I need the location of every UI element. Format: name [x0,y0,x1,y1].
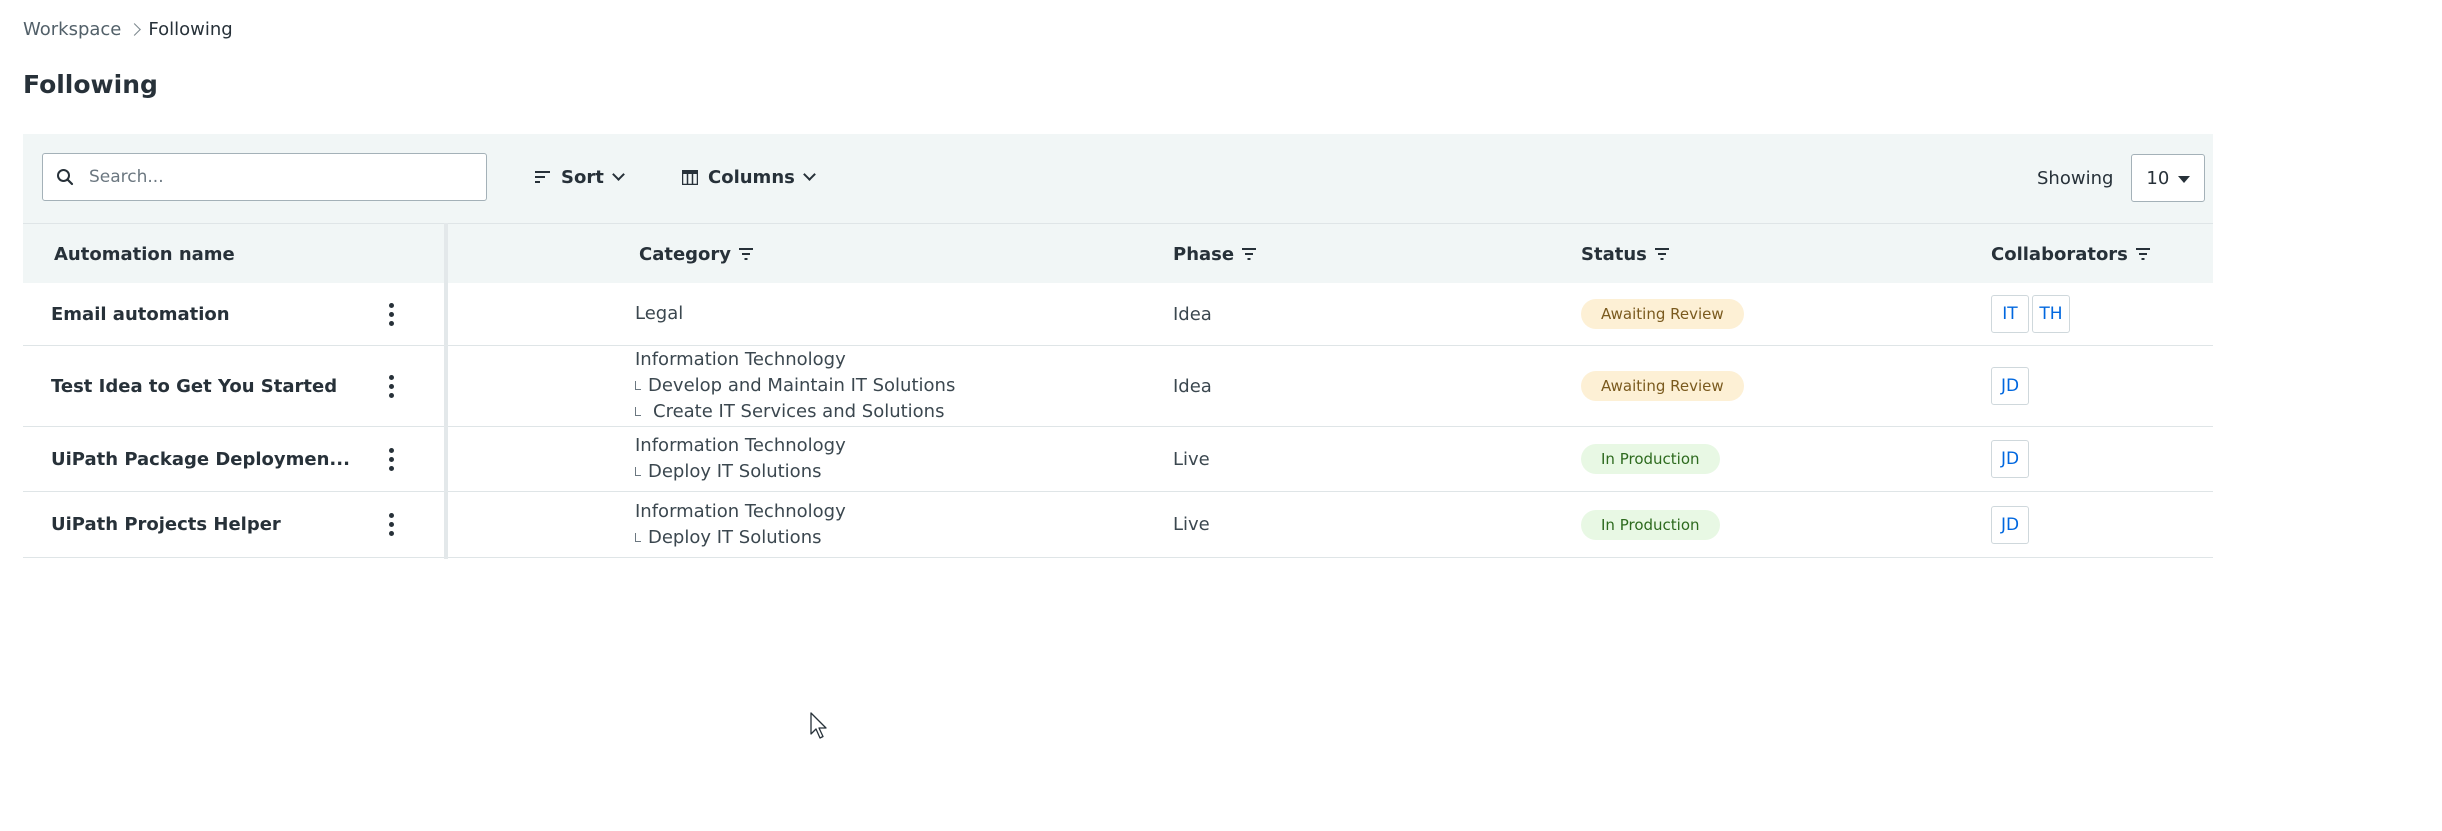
filter-icon[interactable] [2135,244,2150,265]
automation-name[interactable]: Email automation [51,283,230,345]
columns-button[interactable]: Columns [682,160,816,194]
status-cell: In Production [1581,492,1720,557]
category-level-1: Information Technology [635,500,846,522]
automation-name[interactable]: Test Idea to Get You Started [51,346,337,426]
sticky-column-divider [444,223,448,559]
avatar[interactable]: TH [2032,295,2070,333]
avatar[interactable]: JD [1991,367,2029,405]
phase-cell: Idea [1173,375,1212,397]
sort-label: Sort [561,166,604,188]
chevron-down-icon [611,168,625,181]
phase-cell: Live [1173,448,1210,470]
category-level-2: Develop and Maintain IT Solutions [635,373,955,399]
table-header: Automation name Category Phase Status Co… [23,223,2213,283]
category-level-1: Legal [635,303,684,324]
more-options-icon[interactable] [380,427,402,491]
table-row[interactable]: Email automation Legal Idea Awaiting Rev… [23,283,2213,346]
showing-label: Showing [2037,167,2114,189]
status-badge: Awaiting Review [1581,371,1744,401]
category-level-3: Create IT Services and Solutions [635,399,944,425]
table-row[interactable]: UiPath Package Deploymen... Information … [23,427,2213,492]
avatar[interactable]: IT [1991,295,2029,333]
category-cell: Information Technology Deploy IT Solutio… [635,492,846,557]
filter-icon[interactable] [739,244,754,265]
collaborators-cell: JD [1991,346,2029,426]
category-level-1: Information Technology [635,349,846,370]
search-box[interactable] [42,153,487,201]
status-cell: In Production [1581,427,1720,491]
page-title: Following [23,70,158,99]
collaborators-cell: JD [1991,427,2029,491]
table-toolbar: Sort Columns Showing 10 [23,134,2213,223]
category-level-2: Deploy IT Solutions [635,525,821,551]
columns-icon [682,169,698,185]
sort-button[interactable]: Sort [535,160,625,194]
search-icon [43,154,87,200]
phase-cell: Live [1173,514,1210,535]
sort-icon [535,171,551,183]
header-category[interactable]: Category [639,224,754,284]
chevron-right-icon [128,22,142,36]
mouse-cursor-icon [810,712,830,744]
breadcrumb-workspace-link[interactable]: Workspace [23,19,121,40]
search-input[interactable] [87,166,471,188]
more-options-icon[interactable] [380,346,402,426]
automation-name[interactable]: UiPath Projects Helper [51,492,281,557]
page-size-control: Showing 10 [2037,154,2206,202]
category-level-1: Information Technology [635,435,846,456]
header-label: Phase [1173,243,1235,265]
status-cell: Awaiting Review [1581,283,1744,345]
phase-cell: Idea [1173,303,1212,325]
more-options-icon[interactable] [380,492,402,557]
table-row[interactable]: Test Idea to Get You Started Information… [23,346,2213,427]
category-cell: Legal [635,283,683,345]
breadcrumb: Workspace Following [23,16,233,42]
header-status[interactable]: Status [1581,224,1669,284]
avatar[interactable]: JD [1991,505,2029,544]
filter-icon[interactable] [1242,244,1257,265]
columns-label: Columns [708,166,795,188]
status-badge: Awaiting Review [1581,299,1744,329]
header-automation-name[interactable]: Automation name [54,224,235,284]
automation-name[interactable]: UiPath Package Deploymen... [51,427,350,491]
header-phase[interactable]: Phase [1173,224,1257,284]
status-badge: In Production [1581,509,1720,540]
filter-icon[interactable] [1654,244,1669,265]
header-label: Category [639,243,732,265]
avatar[interactable]: JD [1991,440,2029,478]
status-badge: In Production [1581,444,1720,474]
collaborators-cell: JD [1991,492,2029,557]
following-table-panel: Sort Columns Showing 10 Automation name … [23,134,2213,560]
category-level-2: Deploy IT Solutions [635,459,821,485]
caret-down-icon [2178,176,2191,183]
more-options-icon[interactable] [380,283,402,345]
category-cell: Information Technology Deploy IT Solutio… [635,427,846,491]
header-label: Status [1581,243,1647,265]
header-collaborators[interactable]: Collaborators [1991,224,2150,284]
page-size-select[interactable]: 10 [2131,154,2206,202]
chevron-down-icon [802,168,816,181]
breadcrumb-current: Following [148,18,233,40]
header-label: Collaborators [1991,243,2128,265]
category-cell: Information Technology Develop and Maint… [635,346,955,426]
table-row[interactable]: UiPath Projects Helper Information Techn… [23,492,2213,558]
page-size-value: 10 [2146,167,2170,189]
status-cell: Awaiting Review [1581,346,1744,426]
collaborators-cell: IT TH [1991,283,2070,345]
header-label: Automation name [54,243,235,265]
